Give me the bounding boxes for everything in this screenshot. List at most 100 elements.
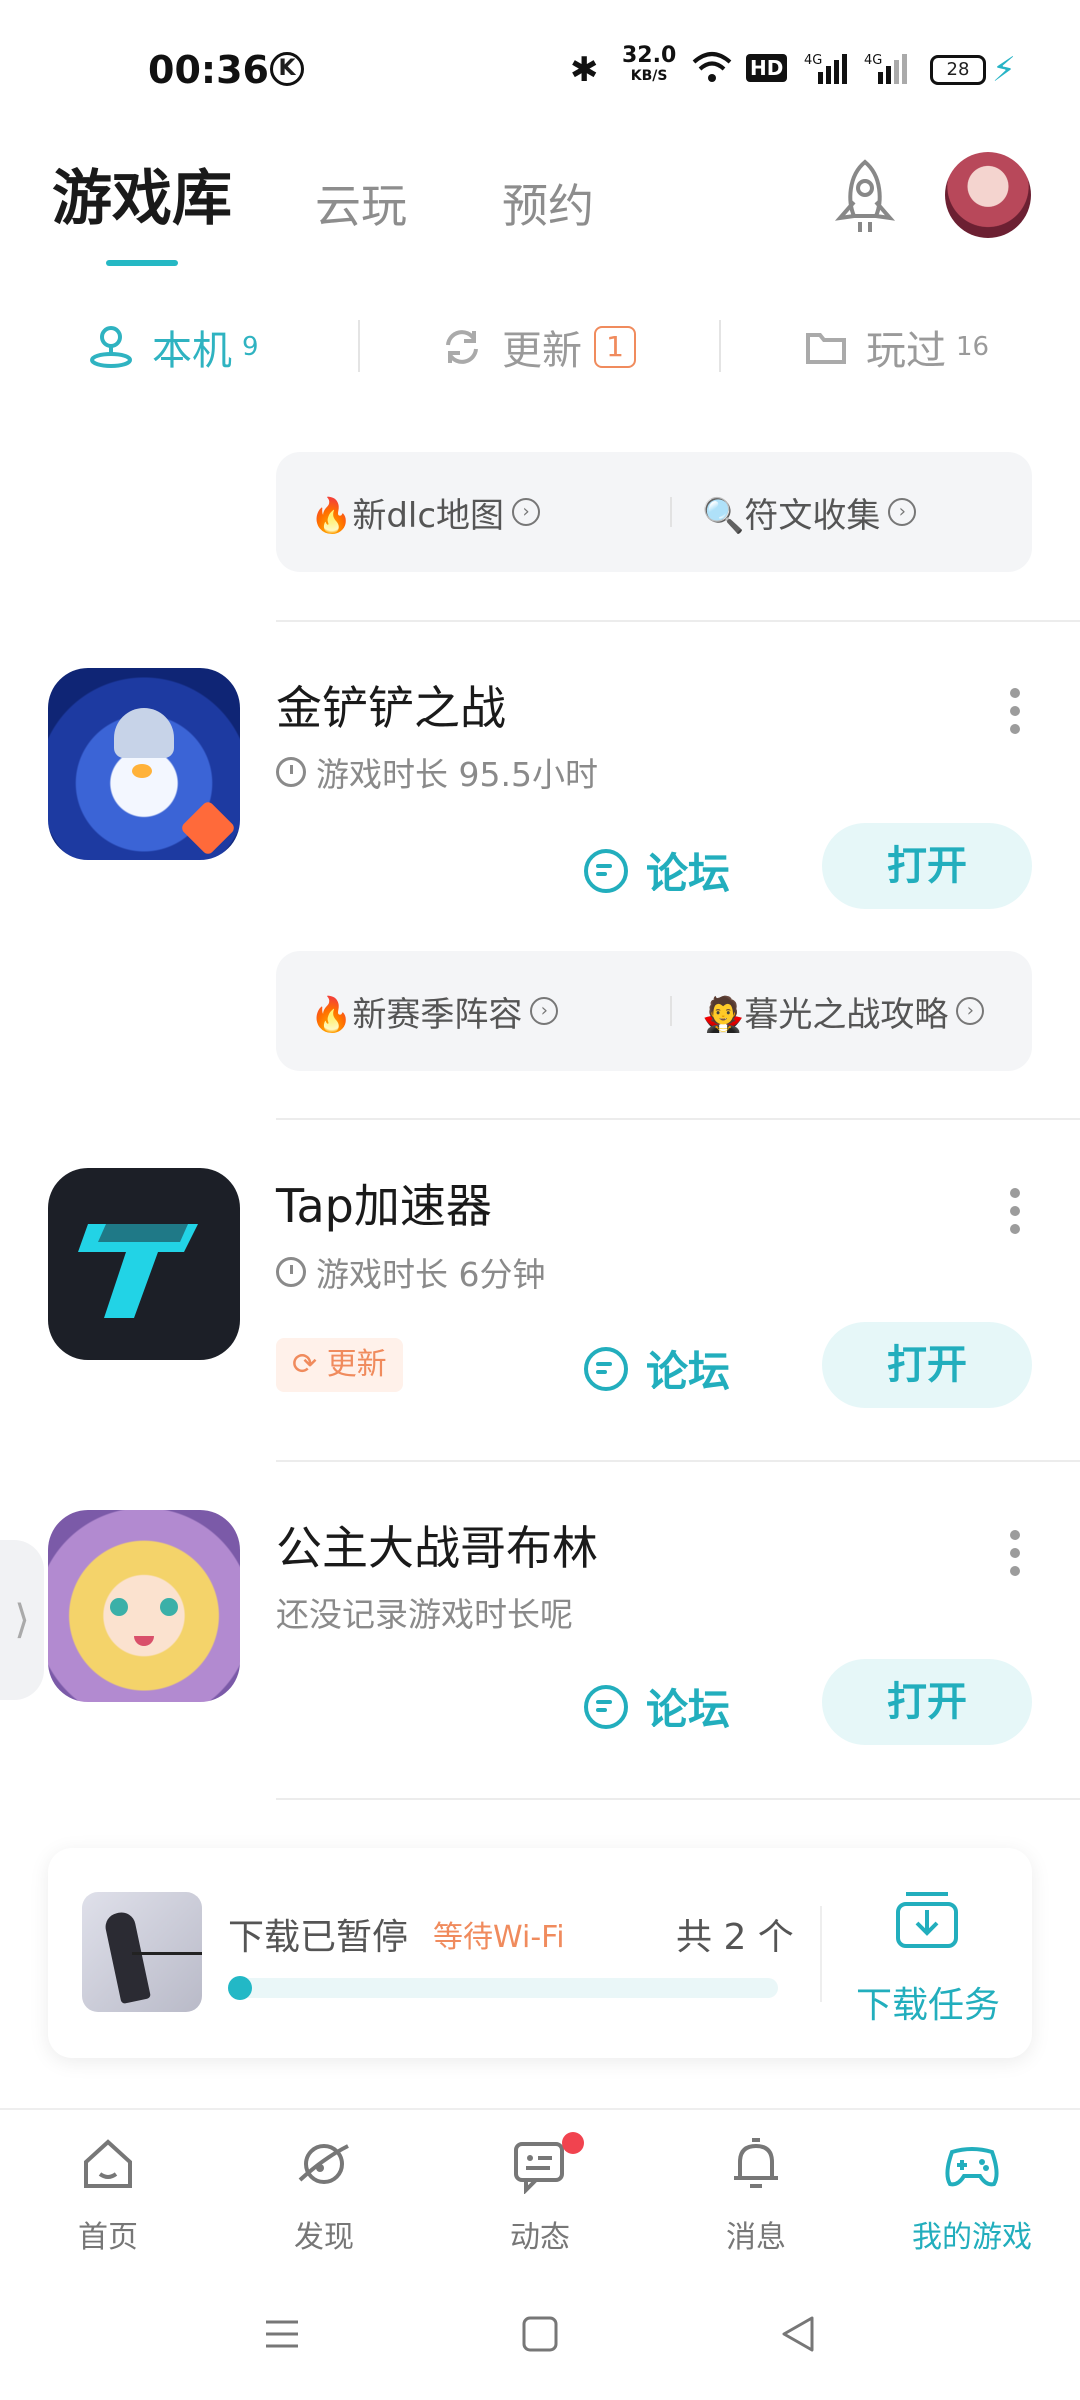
- rocket-icon[interactable]: [830, 158, 900, 238]
- system-navigation-bar: [0, 2270, 1080, 2400]
- gamepad-icon: [945, 2147, 999, 2187]
- subtab-updates-label: 更新: [502, 328, 582, 374]
- avatar[interactable]: [945, 152, 1031, 238]
- nav-messages[interactable]: 消息: [648, 2110, 864, 2270]
- tab-cloud-play[interactable]: 云玩: [315, 170, 407, 236]
- refresh-icon: ⟳: [292, 1347, 318, 1382]
- menu-icon[interactable]: [262, 2314, 302, 2354]
- status-time: 00:36: [148, 48, 269, 92]
- status-bar: 00:36 K ✱ 32.0 KB/S HD 4G 4G 28 ⚡: [0, 0, 1080, 140]
- nav-my-games[interactable]: 我的游戏: [864, 2110, 1080, 2270]
- download-wait-label: 等待Wi-Fi: [433, 1920, 565, 1955]
- more-options-icon[interactable]: [1010, 1188, 1022, 1242]
- battery-icon: 28: [930, 55, 986, 85]
- discover-icon: [298, 2144, 349, 2184]
- subtab-played[interactable]: 玩过 16: [804, 318, 989, 376]
- updates-count-badge: 1: [594, 326, 636, 368]
- more-options-icon[interactable]: [1010, 1530, 1022, 1584]
- svg-text:4G: 4G: [804, 53, 822, 68]
- download-progress-indicator: [228, 1976, 252, 2000]
- chat-icon: [584, 1346, 628, 1391]
- divider: [276, 620, 1080, 622]
- play-time: 游戏时长 95.5小时: [276, 748, 598, 796]
- divider: [820, 1906, 822, 2002]
- timer-icon: [276, 757, 306, 787]
- download-game-thumbnail: [82, 1892, 202, 2012]
- chat-icon: [584, 1684, 628, 1729]
- tag-chip[interactable]: 🔥新赛季阵容 ›: [310, 951, 559, 1071]
- download-card[interactable]: 下载已暂停 等待Wi-Fi 共 2 个 下载任务: [48, 1848, 1032, 2058]
- subtab-local[interactable]: 本机 9: [88, 318, 259, 376]
- app-icon-princess-vs-goblin[interactable]: [48, 1510, 240, 1702]
- game-title[interactable]: Tap加速器: [276, 1170, 492, 1236]
- open-button[interactable]: 打开: [822, 823, 1032, 909]
- divider: [276, 1460, 1080, 1462]
- game-title[interactable]: 公主大战哥布林: [276, 1512, 598, 1578]
- chat-icon: [584, 848, 628, 893]
- tab-game-library[interactable]: 游戏库: [52, 150, 232, 237]
- svg-text:4G: 4G: [864, 53, 882, 68]
- k-icon: K: [270, 52, 304, 86]
- app-icon-tap-accelerator[interactable]: [48, 1168, 240, 1360]
- notification-dot: [562, 2132, 584, 2154]
- more-options-icon[interactable]: [1010, 688, 1022, 742]
- chevron-right-icon: ›: [956, 997, 985, 1025]
- app-icon-jinchanchan[interactable]: [48, 668, 240, 860]
- nav-discover[interactable]: 发现: [216, 2110, 432, 2270]
- divider: [276, 1118, 1080, 1120]
- tag-bar: 🔥新dlc地图 › 🔍符文收集 ›: [276, 452, 1032, 572]
- bluetooth-icon: ✱: [570, 50, 599, 90]
- divider: [719, 320, 721, 372]
- hd-icon: HD: [746, 54, 788, 82]
- forum-button[interactable]: 论坛: [584, 840, 730, 901]
- refresh-icon: [446, 330, 478, 364]
- nav-home[interactable]: 首页: [0, 2110, 216, 2270]
- wifi-icon: [690, 50, 734, 90]
- timer-icon: [276, 1257, 306, 1287]
- forum-button[interactable]: 论坛: [584, 1338, 730, 1399]
- signal-icon-2: 4G: [864, 50, 908, 90]
- forum-button[interactable]: 论坛: [584, 1676, 730, 1737]
- folder-icon: [806, 333, 846, 364]
- active-tab-indicator: [106, 260, 178, 266]
- tag-chip[interactable]: 🔍符文收集 ›: [702, 452, 917, 572]
- tag-chip[interactable]: 🧛暮光之战攻略 ›: [702, 951, 1002, 1071]
- chevron-right-icon: ›: [888, 498, 917, 526]
- bell-icon: [734, 2138, 778, 2188]
- back-icon[interactable]: [778, 2314, 818, 2354]
- side-drawer-handle[interactable]: ⟩: [0, 1540, 44, 1700]
- game-title[interactable]: 金铲铲之战: [276, 672, 506, 738]
- subtab-played-label: 玩过: [866, 328, 946, 374]
- subtab-local-label: 本机: [152, 328, 232, 374]
- tab-reservation[interactable]: 预约: [502, 170, 594, 236]
- bottom-navigation: 首页 发现 动态 消息 我的游戏: [0, 2108, 1080, 2270]
- divider: [276, 1798, 1080, 1800]
- chevron-right-icon: ›: [512, 498, 541, 526]
- play-time: 游戏时长 6分钟: [276, 1248, 546, 1296]
- play-time: 还没记录游戏时长呢: [276, 1595, 573, 1634]
- subtab-played-count: 16: [956, 332, 990, 362]
- chevron-right-icon: ›: [530, 997, 559, 1025]
- signal-icon-1: 4G: [804, 50, 848, 90]
- nav-feed[interactable]: 动态: [432, 2110, 648, 2270]
- download-status: 下载已暂停: [228, 1917, 409, 1958]
- open-button[interactable]: 打开: [822, 1659, 1032, 1745]
- divider: [358, 320, 360, 372]
- subtab-local-count: 9: [242, 332, 259, 362]
- charging-icon: ⚡: [992, 50, 1016, 90]
- divider: [670, 497, 672, 527]
- open-button[interactable]: 打开: [822, 1322, 1032, 1408]
- download-progress-track: [228, 1978, 778, 1998]
- home-icon: [84, 2139, 132, 2188]
- net-speed: 32.0 KB/S: [622, 43, 677, 85]
- divider: [670, 996, 672, 1026]
- update-tag[interactable]: ⟳ 更新: [276, 1338, 403, 1392]
- tag-chip[interactable]: 🔥新dlc地图 ›: [310, 452, 541, 572]
- home-square-icon[interactable]: [520, 2314, 560, 2354]
- download-tray-icon[interactable]: [894, 1890, 960, 1950]
- download-tasks-button[interactable]: 下载任务: [856, 1976, 1000, 2028]
- tag-bar: 🔥新赛季阵容 › 🧛暮光之战攻略 ›: [276, 951, 1032, 1071]
- download-count: 共 2 个: [676, 1917, 794, 1958]
- subtab-updates[interactable]: 更新 1: [440, 318, 636, 376]
- person-icon: [90, 326, 132, 368]
